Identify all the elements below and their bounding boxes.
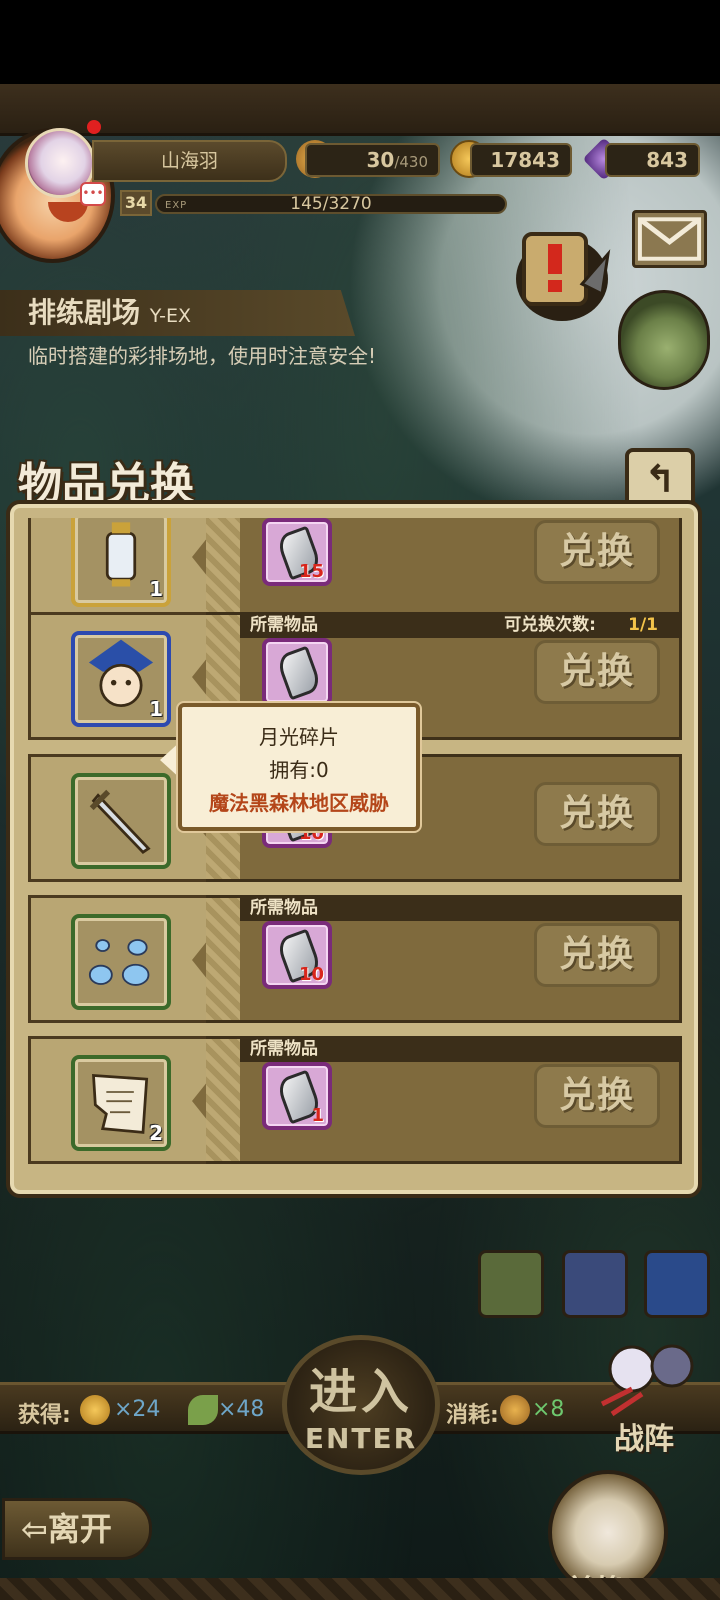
tooltip-item-name: 月光碎片: [259, 725, 339, 749]
enter-label-en: ENTER: [304, 1422, 418, 1455]
exchange-row: 所需物品 10 兑换: [28, 895, 682, 1023]
exp-bar: EXP 145/3270: [155, 194, 507, 214]
chat-bubble-icon[interactable]: •••: [80, 182, 106, 206]
card-shortcut-icon[interactable]: [644, 1250, 710, 1318]
paper-scrap-icon[interactable]: 2: [71, 1055, 171, 1151]
food-shortcut-icon[interactable]: [562, 1250, 628, 1318]
water-drops-shape: [88, 939, 150, 986]
req-qty: 1: [311, 1105, 324, 1126]
battle-formation-button[interactable]: 战阵: [592, 1334, 712, 1457]
stage-name: 排练剧场: [28, 296, 141, 329]
row-divider: [206, 1036, 240, 1164]
status-bar-area: [0, 0, 720, 84]
req-qty: 10: [298, 964, 324, 985]
item-slot: 2: [28, 1036, 206, 1164]
tooltip-source: 魔法黑森林地区威胁: [209, 791, 389, 815]
exchange-limit-value: 1/1: [628, 615, 658, 635]
item-tooltip: 月光碎片 拥有:0 魔法黑森林地区威胁: [178, 703, 420, 831]
water-drops-icon[interactable]: [71, 914, 171, 1010]
backpack-icon[interactable]: [618, 290, 710, 390]
required-items-header: 所需物品: [240, 1036, 682, 1062]
gold-reward: ×24: [114, 1397, 161, 1422]
gold-counter[interactable]: 17843: [470, 143, 572, 177]
moon-shard-icon[interactable]: 15: [262, 518, 332, 586]
bread-cost: ×8: [532, 1397, 565, 1422]
exchange-list[interactable]: 1 15 兑换 1 所需物品 可兑换次数: 1/1 兑换 10 兑换 所需物品 …: [28, 518, 682, 1164]
exchange-button[interactable]: 兑换: [534, 923, 660, 987]
gem-counter[interactable]: 843: [605, 143, 700, 177]
required-items-label: 所需物品: [250, 615, 318, 635]
stamina-counter[interactable]: 30/430: [305, 143, 440, 177]
exchange-row: 1 15 兑换: [28, 518, 682, 620]
bottom-border: [0, 1578, 720, 1600]
player-level: 34: [120, 190, 152, 216]
stage-banner: 排练剧场 Y-EX: [0, 290, 355, 336]
tooltip-owned: 拥有:0: [269, 758, 329, 782]
stage-description: 临时搭建的彩排场地，使用时注意安全!: [28, 344, 377, 368]
moon-shard-icon[interactable]: 1: [262, 1062, 332, 1130]
item-qty: 1: [149, 577, 163, 601]
enter-button[interactable]: 进入 ENTER: [282, 1335, 440, 1475]
exchange-limit-label: 可兑换次数:: [504, 615, 596, 635]
sword-shape: [89, 789, 151, 854]
req-qty: 15: [298, 561, 324, 582]
exchange-button[interactable]: 兑换: [534, 782, 660, 846]
item-slot: 1: [28, 518, 206, 620]
top-wood-frame: [0, 84, 720, 136]
battle-label: 战阵: [614, 1422, 674, 1457]
item-qty: 2: [149, 1121, 163, 1145]
required-items-header: 所需物品: [240, 895, 682, 921]
exchange-shop-button[interactable]: 兑换: [548, 1470, 668, 1600]
item-qty: 1: [149, 697, 163, 721]
exchange-button[interactable]: 兑换: [534, 640, 660, 704]
required-items-header: 所需物品 可兑换次数: 1/1: [240, 612, 682, 638]
required-items-label: 所需物品: [250, 1039, 318, 1059]
stamina-max: /430: [394, 153, 428, 171]
stamina-current: 30: [366, 148, 395, 172]
cost-label: 消耗:: [446, 1403, 499, 1428]
shard-shape: [275, 645, 323, 701]
item-slot: [28, 895, 206, 1023]
enter-label-cn: 进入: [308, 1364, 413, 1420]
exchange-button[interactable]: 兑换: [534, 1064, 660, 1128]
row-divider: [206, 895, 240, 1023]
player-name[interactable]: 山海羽: [92, 140, 287, 182]
moon-shard-icon[interactable]: 10: [262, 921, 332, 989]
notification-dot: [87, 120, 101, 134]
quest-scroll-icon[interactable]: [512, 224, 612, 324]
bread-icon: [500, 1395, 530, 1425]
required-items-label: 所需物品: [250, 898, 318, 918]
sword-icon[interactable]: [71, 773, 171, 869]
moon-shard-icon[interactable]: [262, 638, 332, 706]
exchange-button[interactable]: 兑换: [534, 520, 660, 584]
gold-coin-icon: [80, 1395, 110, 1425]
feather-icon: [188, 1395, 218, 1425]
gain-label: 获得:: [18, 1403, 71, 1428]
mail-icon[interactable]: [632, 210, 707, 268]
feather-reward: ×48: [218, 1397, 265, 1422]
exchange-row: 2 所需物品 1 兑换: [28, 1036, 682, 1164]
team-characters-icon: [600, 1344, 694, 1417]
exp-value: 145/3270: [290, 194, 372, 214]
row-divider: [206, 518, 240, 620]
lantern-icon[interactable]: 1: [71, 518, 171, 607]
stage-code: Y-EX: [149, 305, 191, 327]
envelope-shape: [637, 217, 702, 261]
leave-button[interactable]: ⇦离开: [2, 1498, 152, 1560]
character-card-icon[interactable]: 1: [71, 631, 171, 727]
paper-scrap-shortcut-icon[interactable]: [478, 1250, 544, 1318]
game-screen: ••• 山海羽 30/430 17843 843 34 EXP 145/3270…: [0, 0, 720, 1600]
